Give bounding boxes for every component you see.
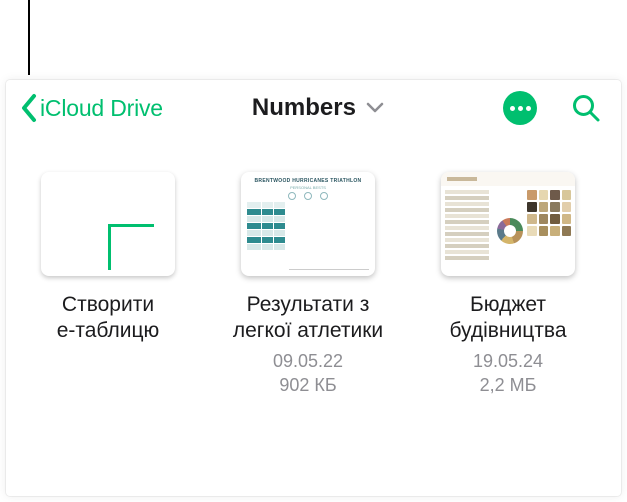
file-size: 2,2 МБ <box>480 373 537 397</box>
create-spreadsheet-button[interactable]: Створити е-таблицю <box>32 172 184 345</box>
file-size: 902 КБ <box>279 373 336 397</box>
chart-preview-icon: BRENTWOOD HURRICANES TRIATHLON PERSONAL … <box>241 172 375 276</box>
color-swatch <box>562 214 572 224</box>
annotation-callout-line <box>28 0 30 75</box>
color-swatch <box>527 202 537 212</box>
color-swatch <box>562 226 572 236</box>
file-item[interactable]: Бюджет будівництва 19.05.24 2,2 МБ <box>432 172 584 397</box>
color-swatch <box>527 190 537 200</box>
color-swatch <box>539 214 549 224</box>
budget-preview-icon <box>441 172 575 276</box>
file-thumbnail: BRENTWOOD HURRICANES TRIATHLON PERSONAL … <box>241 172 375 276</box>
color-swatch <box>539 190 549 200</box>
color-swatch <box>562 202 572 212</box>
chevron-left-icon <box>20 93 38 123</box>
color-swatch <box>539 202 549 212</box>
color-swatch <box>539 226 549 236</box>
create-label: Створити е-таблицю <box>23 292 193 345</box>
magnifying-glass-icon <box>571 93 601 123</box>
more-options-button[interactable] <box>503 91 537 125</box>
file-name: Бюджет будівництва <box>423 292 593 345</box>
file-thumbnail <box>441 172 575 276</box>
file-item[interactable]: BRENTWOOD HURRICANES TRIATHLON PERSONAL … <box>232 172 384 397</box>
create-thumbnail <box>41 172 175 276</box>
files-grid: Створити е-таблицю BRENTWOOD HURRICANES … <box>20 136 607 397</box>
file-date: 09.05.22 <box>273 349 343 373</box>
color-swatch <box>527 214 537 224</box>
file-date: 19.05.24 <box>473 349 543 373</box>
file-name: Результати з легкої атлетики <box>223 292 393 345</box>
color-swatch <box>550 214 560 224</box>
color-swatch <box>527 226 537 236</box>
color-swatch <box>550 202 560 212</box>
color-swatch <box>550 226 560 236</box>
color-swatch <box>562 190 572 200</box>
search-button[interactable] <box>571 93 601 123</box>
document-browser-window: iCloud Drive Numbers <box>6 80 621 496</box>
folder-title-button[interactable]: Numbers <box>139 94 497 122</box>
donut-chart-icon <box>497 218 523 244</box>
folder-title: Numbers <box>252 94 356 122</box>
toolbar-actions <box>503 91 601 125</box>
ellipsis-icon <box>510 106 531 111</box>
chevron-down-icon <box>366 102 384 114</box>
navigation-bar: iCloud Drive Numbers <box>20 80 607 136</box>
color-swatch <box>550 190 560 200</box>
